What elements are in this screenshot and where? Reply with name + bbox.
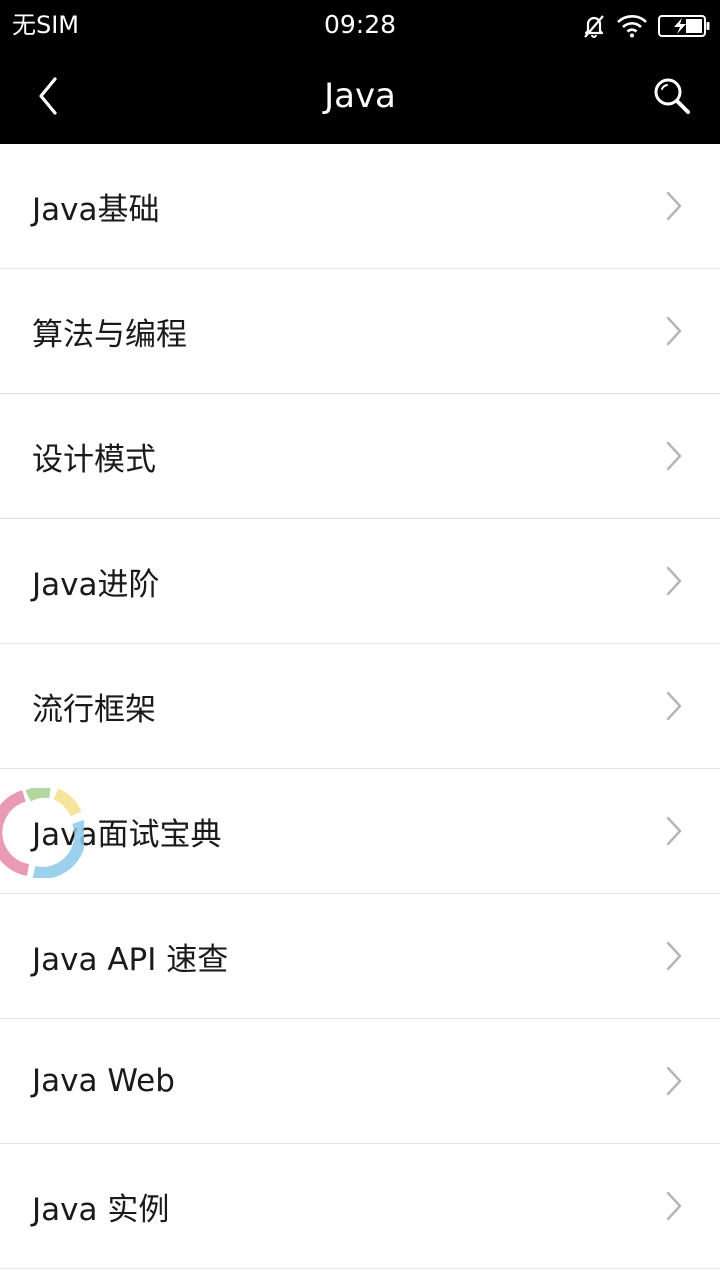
mute-bell-icon xyxy=(582,13,606,39)
chevron-right-icon xyxy=(666,691,682,721)
screen: 无SIM 09:28 Java Java基础 算法与编程 设计模式 Java进阶… xyxy=(0,0,720,1280)
chevron-right-icon xyxy=(666,191,682,221)
back-chevron-icon xyxy=(37,76,59,120)
status-icons xyxy=(582,11,710,41)
list-item-label: 算法与编程 xyxy=(32,316,187,353)
chevron-right-icon xyxy=(666,316,682,346)
page-title: Java xyxy=(324,76,396,116)
list-item-label: Java基础 xyxy=(32,191,160,228)
list-item-interview[interactable]: Java面试宝典 xyxy=(0,769,720,894)
battery-charging-icon xyxy=(658,14,710,38)
wifi-icon xyxy=(616,14,648,38)
status-bar: 无SIM 09:28 xyxy=(0,0,720,52)
list-item-algorithms[interactable]: 算法与编程 xyxy=(0,269,720,394)
list-item-java-advanced[interactable]: Java进阶 xyxy=(0,519,720,644)
category-list: Java基础 算法与编程 设计模式 Java进阶 流行框架 Java面试宝典 J… xyxy=(0,144,720,1269)
chevron-right-icon xyxy=(666,441,682,471)
list-item-label: 设计模式 xyxy=(32,441,156,478)
chevron-right-icon xyxy=(666,816,682,846)
list-item-frameworks[interactable]: 流行框架 xyxy=(0,644,720,769)
list-item-label: Java Web xyxy=(32,1063,175,1099)
search-button[interactable] xyxy=(642,68,702,128)
list-item-label: Java面试宝典 xyxy=(32,816,222,853)
list-item-label: 流行框架 xyxy=(32,691,156,728)
back-button[interactable] xyxy=(20,68,76,128)
list-item-label: Java API 速查 xyxy=(32,941,229,978)
chevron-right-icon xyxy=(666,1191,682,1221)
list-item-java-web[interactable]: Java Web xyxy=(0,1019,720,1144)
chevron-right-icon xyxy=(666,941,682,971)
list-item-java-examples[interactable]: Java 实例 xyxy=(0,1144,720,1269)
search-icon xyxy=(653,77,691,119)
top-bar: 无SIM 09:28 Java xyxy=(0,0,720,144)
list-item-label: Java 实例 xyxy=(32,1191,170,1228)
list-item-java-basics[interactable]: Java基础 xyxy=(0,144,720,269)
list-item-design-patterns[interactable]: 设计模式 xyxy=(0,394,720,519)
chevron-right-icon xyxy=(666,1066,682,1096)
list-item-label: Java进阶 xyxy=(32,566,160,603)
list-item-api-reference[interactable]: Java API 速查 xyxy=(0,894,720,1019)
navigation-bar: Java xyxy=(0,52,720,144)
chevron-right-icon xyxy=(666,566,682,596)
